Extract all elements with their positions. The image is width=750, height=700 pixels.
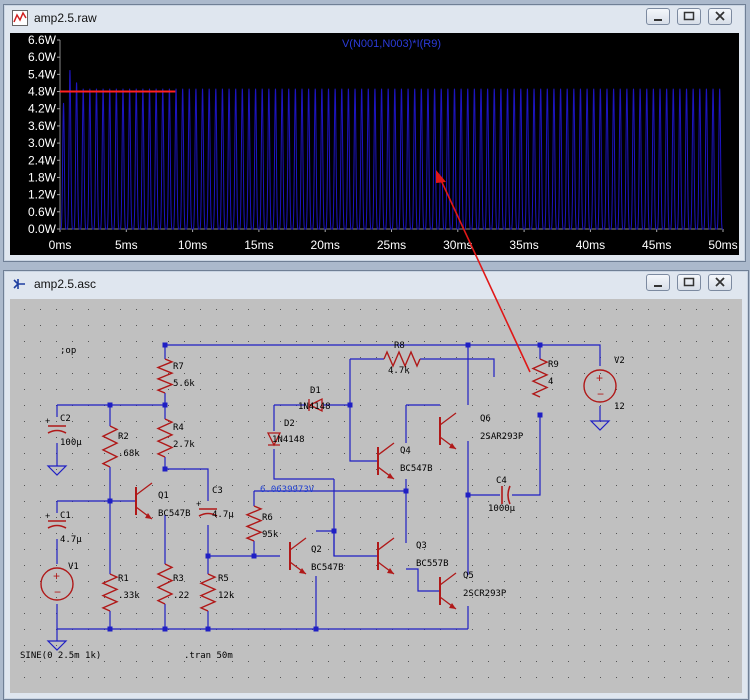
annotation-arrow [436,170,531,373]
